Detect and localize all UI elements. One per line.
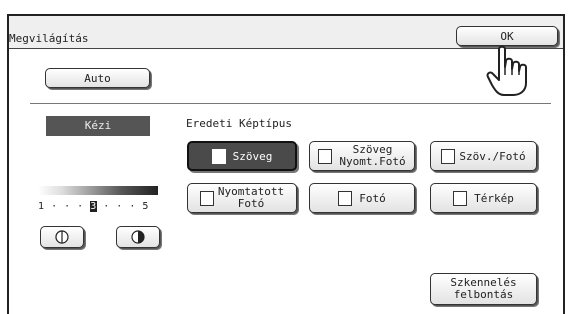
darker-button[interactable] bbox=[116, 226, 160, 248]
exposure-screen: Megvilágítás OK Auto Kézi Eredeti Képtíp… bbox=[0, 0, 568, 314]
lighter-button[interactable] bbox=[40, 226, 84, 248]
type-button-text[interactable]: Szöveg bbox=[187, 141, 297, 171]
type-button-photo-label: Fotó bbox=[359, 191, 386, 205]
type-button-text-printed-photo-label: Szöveg Nyomt.Fotó bbox=[339, 143, 406, 168]
text-printed-photo-icon bbox=[318, 148, 333, 164]
text-photo-icon bbox=[441, 148, 456, 164]
window-title: Megvilágítás bbox=[9, 32, 89, 45]
type-button-map-label: Térkép bbox=[474, 191, 514, 205]
ok-button[interactable]: OK bbox=[456, 26, 558, 46]
type-button-text-photo[interactable]: Szöv./Fotó bbox=[430, 141, 537, 171]
lighter-half-circle-icon bbox=[55, 230, 69, 244]
type-button-map[interactable]: Térkép bbox=[430, 183, 537, 213]
divider bbox=[30, 103, 551, 104]
original-type-label: Eredeti Képtípus bbox=[186, 117, 292, 130]
darker-half-circle-icon bbox=[131, 230, 145, 244]
type-button-text-photo-label: Szöv./Fotó bbox=[459, 149, 526, 163]
scale-dots: · · · bbox=[103, 201, 136, 212]
scale-current-label: 3 bbox=[90, 201, 97, 212]
type-button-text-printed-photo[interactable]: Szöveg Nyomt.Fotó bbox=[309, 141, 415, 171]
scale-max-label: 5 bbox=[142, 201, 149, 212]
exposure-gradient bbox=[38, 186, 158, 195]
printed-photo-icon bbox=[199, 190, 214, 206]
map-icon bbox=[453, 190, 468, 206]
pointing-hand-icon bbox=[486, 45, 527, 96]
scale-dots: · · · bbox=[51, 201, 84, 212]
auto-button-label: Auto bbox=[84, 71, 111, 85]
ok-button-label: OK bbox=[500, 29, 514, 43]
manual-mode-indicator: Kézi bbox=[46, 116, 150, 136]
scan-resolution-label: Szkennelés felbontás bbox=[450, 276, 517, 301]
type-button-printed-photo[interactable]: Nyomtatott Fotó bbox=[187, 183, 297, 213]
scale-min-label: 1 bbox=[38, 201, 45, 212]
photo-icon bbox=[338, 190, 353, 206]
scan-resolution-button[interactable]: Szkennelés felbontás bbox=[430, 273, 537, 305]
type-button-text-label: Szöveg bbox=[232, 149, 273, 163]
type-button-photo[interactable]: Fotó bbox=[309, 183, 415, 213]
exposure-scale: 1 · · · 3 · · · 5 bbox=[38, 201, 149, 212]
type-button-printed-photo-label: Nyomtatott Fotó bbox=[217, 185, 285, 210]
text-doc-icon bbox=[211, 148, 226, 164]
auto-button[interactable]: Auto bbox=[45, 68, 150, 88]
